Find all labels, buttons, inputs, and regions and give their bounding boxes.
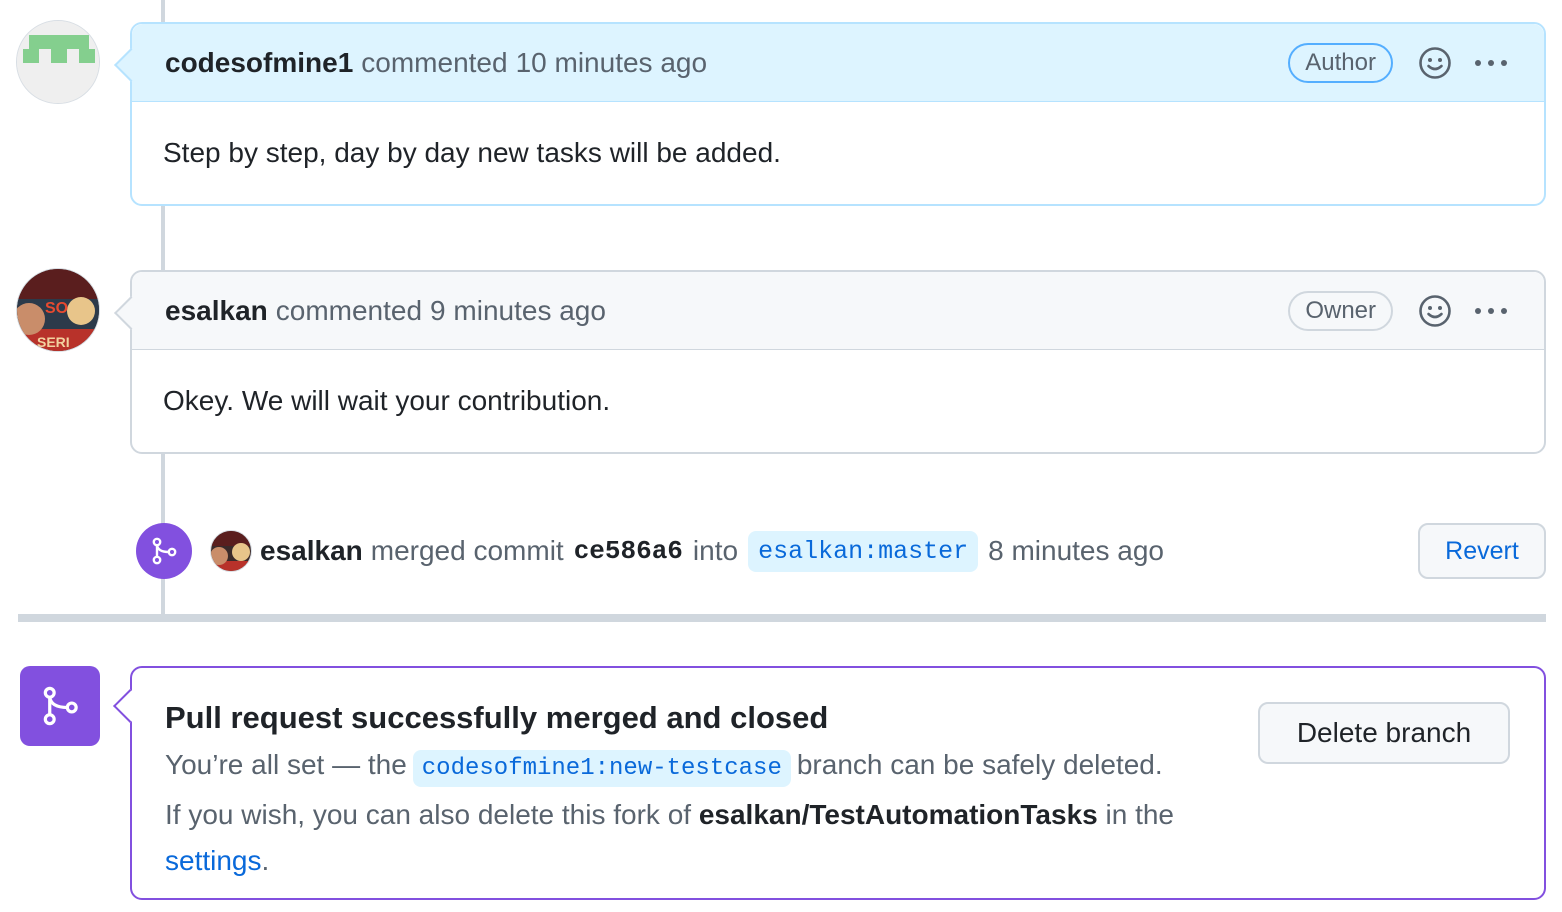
revert-button[interactable]: Revert <box>1418 523 1546 579</box>
merged-line2-mid: in the <box>1105 799 1175 830</box>
merged-line2-prefix: If you wish, you can also delete this fo… <box>165 799 692 830</box>
merge-event: esalkan merged commit ce586a6 into esalk… <box>136 520 1546 582</box>
owner-badge: Owner <box>1288 290 1393 331</box>
comment-author-name[interactable]: esalkan <box>165 295 268 327</box>
merged-title: Pull request successfully merged and clo… <box>165 700 829 735</box>
fork-repo-name: esalkan/TestAutomationTasks <box>698 799 1098 830</box>
merge-into-label: into <box>692 535 739 566</box>
actor-avatar[interactable] <box>210 530 252 572</box>
merge-timestamp[interactable]: 8 minutes ago <box>988 535 1164 567</box>
comment-body: Okey. We will wait your contribution. <box>163 385 611 416</box>
svg-text:SERI: SERI <box>37 334 70 350</box>
comment-action: commented <box>361 46 508 78</box>
comment-timestamp[interactable]: 10 minutes ago <box>516 47 707 79</box>
comment-action: commented <box>275 294 423 326</box>
git-merge-icon <box>152 537 177 565</box>
avatar-codesofmine1[interactable] <box>16 20 100 104</box>
author-badge: Author <box>1288 42 1393 83</box>
comment-options-button[interactable] <box>1471 291 1511 331</box>
merged-box-caret <box>113 689 147 723</box>
merge-action: merged commit <box>370 535 564 566</box>
merged-line1-prefix: You’re all set — the <box>165 749 407 780</box>
svg-text:SO: SO <box>45 300 68 317</box>
merge-actor[interactable]: esalkan <box>260 535 363 567</box>
comment-header: esalkan commented 9 minutes ago Owner <box>132 272 1544 350</box>
commit-sha-link[interactable]: ce586a6 <box>574 536 683 566</box>
comment-timestamp[interactable]: 9 minutes ago <box>430 295 606 327</box>
comment-header: codesofmine1 commented 10 minutes ago Au… <box>132 24 1544 102</box>
merged-description: You’re all set — the codesofmine1:new-tes… <box>165 742 1225 884</box>
timeline-divider <box>18 614 1546 622</box>
avatar-esalkan[interactable]: SO SERI <box>16 268 100 352</box>
timeline-line-mid-1 <box>161 205 165 273</box>
merged-line2-end: . <box>261 845 270 876</box>
merged-status-box: Pull request successfully merged and clo… <box>113 666 1546 900</box>
kebab-horizontal-icon <box>1475 307 1507 314</box>
comment-body: Step by step, day by day new tasks will … <box>163 137 781 168</box>
merged-status-icon <box>20 666 100 746</box>
target-branch-label[interactable]: esalkan:master <box>748 530 979 572</box>
head-branch-label[interactable]: codesofmine1:new-testcase <box>412 750 791 787</box>
comment-owner: esalkan commented 9 minutes ago Owner Ok… <box>114 270 1546 454</box>
kebab-horizontal-icon <box>1475 59 1507 66</box>
delete-branch-button[interactable]: Delete branch <box>1258 702 1510 764</box>
timeline-line-top <box>161 0 165 24</box>
smiley-icon <box>1419 46 1451 79</box>
comment-author: codesofmine1 commented 10 minutes ago Au… <box>114 22 1546 206</box>
settings-link[interactable]: settings <box>165 845 262 876</box>
comment-options-button[interactable] <box>1471 43 1511 83</box>
merge-event-badge <box>136 523 192 579</box>
merge-event-text: esalkan merged commit ce586a6 into esalk… <box>260 530 1164 572</box>
add-reaction-button[interactable] <box>1415 43 1455 83</box>
smiley-icon <box>1419 294 1451 327</box>
add-reaction-button[interactable] <box>1415 291 1455 331</box>
git-merge-icon <box>43 686 78 726</box>
comment-author-name[interactable]: codesofmine1 <box>165 47 353 79</box>
merged-line1-suffix: branch can be safely deleted. <box>796 749 1163 780</box>
